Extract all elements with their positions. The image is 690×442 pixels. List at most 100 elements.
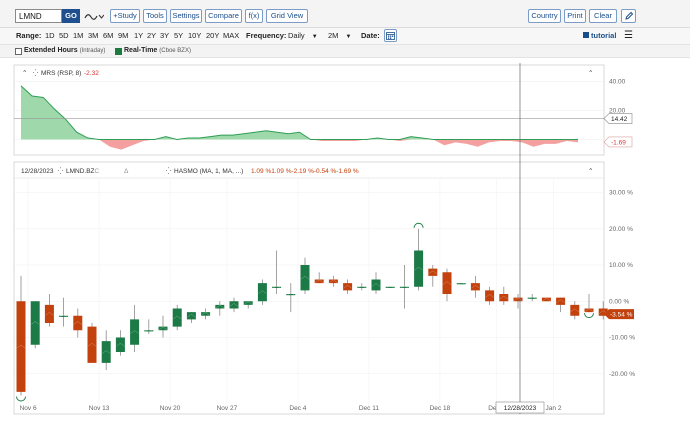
main-date: 12/28/2023	[21, 168, 54, 175]
calendar-icon	[386, 32, 395, 40]
candle-body[interactable]	[73, 315, 83, 331]
range-5y[interactable]: 5Y	[174, 31, 183, 40]
mrs-collapse-icon[interactable]: ⌃	[22, 69, 27, 77]
mrs-title: MRS (RSP, 8)	[41, 70, 81, 77]
date-picker-button[interactable]	[384, 29, 397, 42]
go-button[interactable]: GO	[62, 9, 80, 23]
candle-body[interactable]	[172, 308, 182, 327]
mrs-collapse-right-icon[interactable]: ⌃	[588, 69, 593, 77]
range-1m[interactable]: 1M	[73, 31, 83, 40]
candle-body[interactable]	[229, 301, 239, 309]
add-study-button[interactable]: +Study	[110, 9, 140, 23]
caret-down-icon: ▼	[345, 34, 352, 40]
main-y-tick: 30.00 %	[609, 190, 633, 197]
legend-row: Extended Hours (Intraday) Real-Time (Cbo…	[0, 44, 690, 58]
x-tick-label: Nov 27	[217, 405, 238, 412]
country-button[interactable]: Country	[528, 9, 561, 23]
candle-body[interactable]	[343, 283, 353, 291]
function-button[interactable]: f(x)	[245, 9, 263, 23]
main-y-tick: 10.00 %	[609, 262, 633, 269]
mrs-settings-icon[interactable]: ⁛	[33, 68, 39, 77]
candle-body[interactable]	[442, 272, 452, 294]
symbol-input[interactable]	[15, 9, 62, 23]
candle-body[interactable]	[115, 337, 125, 353]
range-20y[interactable]: 20Y	[206, 31, 219, 40]
range-3y[interactable]: 3Y	[160, 31, 169, 40]
candle-body[interactable]	[30, 301, 40, 345]
candle-body[interactable]	[570, 304, 580, 316]
candle-body[interactable]	[101, 341, 111, 363]
crosshair-date-label: 12/28/2023	[504, 405, 537, 412]
candle-body[interactable]	[44, 304, 54, 323]
mrs-value: -2.32	[84, 70, 99, 77]
compare-button[interactable]: Compare	[205, 9, 242, 23]
main-y-tick: 20.00 %	[609, 226, 633, 233]
x-tick-label: Nov 20	[160, 405, 181, 412]
candle-body[interactable]	[428, 268, 438, 276]
candle-body[interactable]	[130, 319, 140, 345]
frequency-label: Frequency:	[246, 31, 287, 40]
settings-button[interactable]: Settings	[170, 9, 202, 23]
mrs-last-label: 14.42	[611, 116, 628, 123]
mrs-y-tick: 40.00	[609, 79, 626, 86]
period-value: 2M	[328, 31, 339, 40]
price-panel: 30.00 % 20.00 % 10.00 % 0.00 % -10.00 % -20.0…	[13, 161, 635, 415]
x-tick-label: Dec 18	[430, 405, 451, 412]
candle-body[interactable]	[257, 283, 267, 302]
pencil-icon	[624, 11, 633, 20]
frequency-select[interactable]: Daily ▼	[288, 31, 318, 40]
realtime-checkbox[interactable]	[115, 48, 122, 55]
candle-body[interactable]	[186, 312, 196, 320]
price-last-label: -3.54 %	[610, 312, 633, 319]
main-y-tick: -20.00 %	[609, 371, 635, 378]
date-label: Date:	[361, 31, 380, 40]
candle-body[interactable]	[87, 326, 97, 363]
range-3m[interactable]: 3M	[88, 31, 98, 40]
extended-hours-label: Extended Hours (Intraday)	[24, 47, 106, 54]
x-tick-label: Jan 2	[546, 405, 562, 412]
grid-view-button[interactable]: Grid View	[266, 9, 308, 23]
study-settings-icon[interactable]: ⁛	[166, 166, 172, 175]
range-2y[interactable]: 2Y	[147, 31, 156, 40]
main-y-tick: -10.00 %	[609, 335, 635, 342]
study-values: 1.09 %1.09 %-2.19 %-0.54 %-1.69 %	[251, 168, 359, 175]
tools-button[interactable]: Tools	[143, 9, 167, 23]
extended-hours-checkbox[interactable]	[15, 48, 22, 55]
x-tick-label: Nov 6	[20, 405, 37, 412]
main-settings-icon[interactable]: ⁛	[58, 166, 64, 175]
range-6m[interactable]: 6M	[103, 31, 113, 40]
mrs-panel: 40.0020.000.00 14.42-1.69 ⌃ ⁛ MRS (RSP, …	[13, 64, 633, 156]
study-name: HASMO (MA, 1, MA, ...)	[174, 168, 243, 175]
chart-area[interactable]: 40.0020.000.00 14.42-1.69 ⌃ ⁛ MRS (RSP, …	[0, 58, 690, 442]
main-toolbar: GO +Study Tools Settings Compare f(x) Gr…	[0, 0, 690, 28]
tutorial-label: tutorial	[591, 31, 617, 40]
tutorial-link[interactable]: tutorial	[583, 31, 616, 40]
candle-body[interactable]	[300, 265, 310, 291]
menu-icon[interactable]: ☰	[624, 30, 633, 41]
clear-button[interactable]: Clear	[589, 9, 617, 23]
range-bar: Range: 1D 5D 1M 3M 6M 9M 1Y 2Y 3Y 5Y 10Y…	[0, 28, 690, 44]
range-9m[interactable]: 9M	[118, 31, 128, 40]
candle-body[interactable]	[499, 294, 509, 302]
range-max[interactable]: MAX	[223, 31, 239, 40]
range-1d[interactable]: 1D	[45, 31, 55, 40]
candle-body[interactable]	[414, 250, 424, 287]
candle-body[interactable]	[16, 301, 26, 392]
x-tick-label: Dec 11	[359, 405, 379, 412]
main-symbol: LMND.BZC	[66, 168, 100, 175]
main-collapse-icon[interactable]: ⌃	[588, 167, 593, 175]
candle-body[interactable]	[485, 290, 495, 302]
edit-button[interactable]	[621, 9, 636, 23]
range-5d[interactable]: 5D	[59, 31, 69, 40]
range-1y[interactable]: 1Y	[134, 31, 143, 40]
period-select[interactable]: 2M ▼	[328, 31, 351, 40]
chart-style-icon[interactable]	[84, 10, 104, 22]
range-10y[interactable]: 10Y	[188, 31, 201, 40]
frequency-value: Daily	[288, 31, 305, 40]
caret-down-icon: ▼	[311, 34, 318, 40]
print-button[interactable]: Print	[564, 9, 586, 23]
range-label: Range:	[16, 31, 42, 40]
candle-body[interactable]	[556, 297, 566, 305]
candle-body[interactable]	[470, 283, 480, 291]
candle-body[interactable]	[371, 279, 381, 291]
